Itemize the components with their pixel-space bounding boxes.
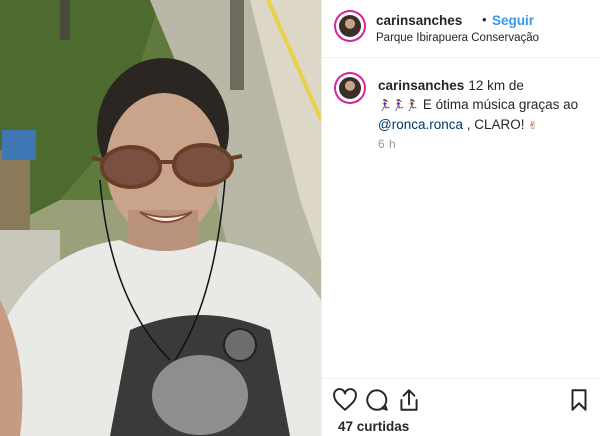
caption-username[interactable]: carinsanches bbox=[378, 78, 464, 93]
action-bar: 47 curtidas bbox=[322, 378, 600, 436]
post-timestamp[interactable]: 6 h bbox=[378, 137, 396, 151]
caption-text-middle: E ótima música graças ao bbox=[422, 97, 579, 112]
separator-dot: • bbox=[482, 12, 487, 27]
avatar[interactable] bbox=[336, 12, 364, 40]
post-details-panel: carinsanches • Seguir Parque Ibirapuera … bbox=[321, 0, 600, 436]
caption-text: carinsanches 12 km de 🏃‍♀️🏃‍♀️🏃‍♀️ E ótim… bbox=[378, 76, 588, 135]
bookmark-icon[interactable] bbox=[566, 387, 592, 413]
share-icon[interactable] bbox=[396, 387, 422, 413]
mention-link[interactable]: @ronca.ronca bbox=[378, 117, 463, 132]
instagram-post: carinsanches • Seguir Parque Ibirapuera … bbox=[0, 0, 600, 436]
header-username[interactable]: carinsanches bbox=[376, 13, 462, 28]
caption-text-start: 12 km de bbox=[468, 78, 524, 93]
post-photo[interactable] bbox=[0, 0, 321, 436]
likes-count[interactable]: 47 curtidas bbox=[338, 419, 409, 434]
victory-hand-emoji: ✌ bbox=[528, 119, 538, 132]
runner-emojis: 🏃‍♀️🏃‍♀️🏃‍♀️ bbox=[378, 99, 420, 112]
caption-avatar[interactable] bbox=[336, 74, 364, 102]
selfie-image bbox=[0, 0, 321, 436]
heart-icon[interactable] bbox=[332, 387, 358, 413]
location-link[interactable]: Parque Ibirapuera Conservação bbox=[376, 32, 539, 44]
caption-text-end: , CLARO! bbox=[466, 117, 525, 132]
comment-icon[interactable] bbox=[364, 387, 390, 413]
post-header: carinsanches • Seguir Parque Ibirapuera … bbox=[322, 0, 600, 58]
follow-button[interactable]: Seguir bbox=[492, 13, 534, 28]
